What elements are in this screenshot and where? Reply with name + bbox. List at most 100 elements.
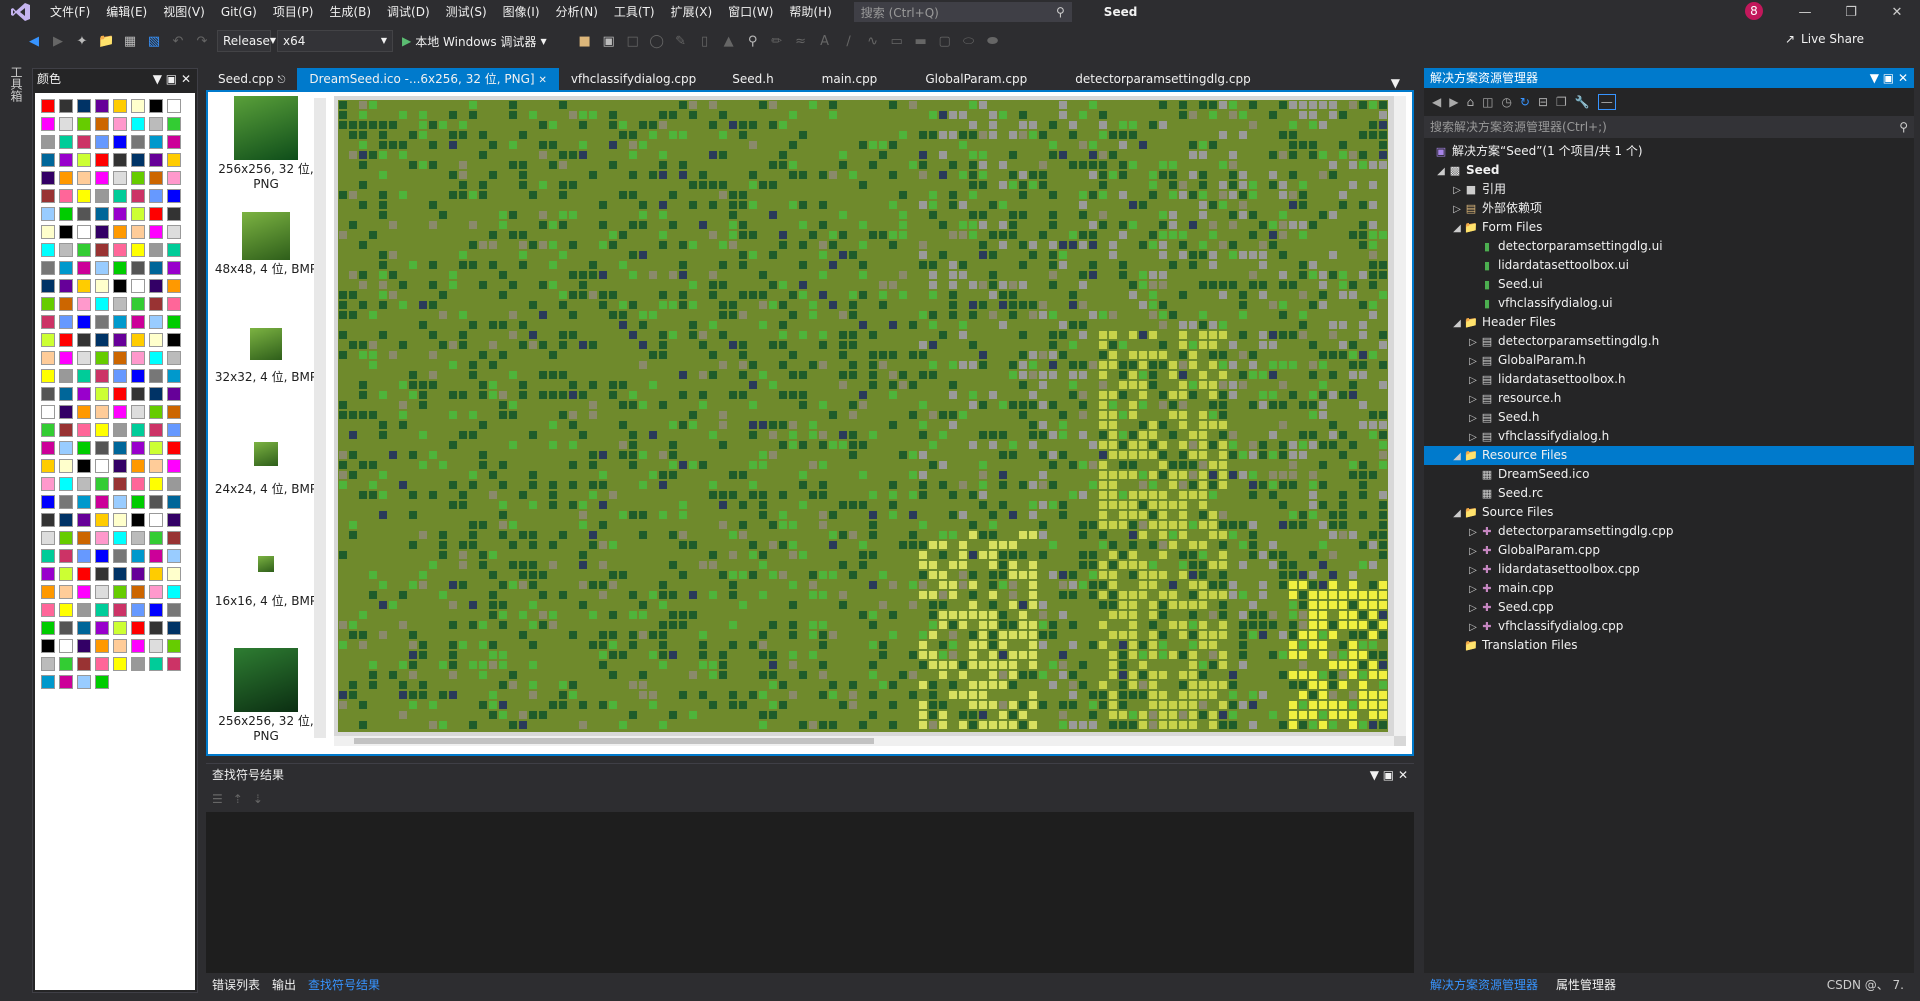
color-swatch[interactable] [113,243,127,257]
color-swatch[interactable] [77,135,91,149]
color-swatch[interactable] [167,621,181,635]
color-swatch[interactable] [41,279,55,293]
color-swatch[interactable] [77,549,91,563]
color-swatch[interactable] [77,351,91,365]
color-swatch[interactable] [41,441,55,455]
color-swatch[interactable] [77,657,91,671]
pin-icon[interactable]: ⎋ [277,75,285,86]
properties-icon[interactable]: 🔧 [1575,95,1590,109]
tree-item[interactable]: ▷ ▤ Seed.h [1424,408,1914,427]
back-icon[interactable]: ◀ [1432,95,1441,109]
show-all-files-icon[interactable]: ❐ [1556,95,1567,109]
color-swatch[interactable] [149,207,163,221]
color-swatch[interactable] [131,621,145,635]
color-swatch[interactable] [77,405,91,419]
rect-select-icon[interactable]: □ [625,34,641,49]
color-swatch[interactable] [95,261,109,275]
thumbnail-256-png-2[interactable]: 256x256, 32 位, PNG [208,648,324,748]
line-icon[interactable]: ∕ [841,34,857,49]
color-swatch[interactable] [167,441,181,455]
color-swatch[interactable] [149,225,163,239]
tree-item[interactable]: ▮ detectorparamsettingdlg.ui [1424,237,1914,256]
color-swatch[interactable] [149,513,163,527]
color-swatch[interactable] [149,279,163,293]
color-swatch[interactable] [131,567,145,581]
color-swatch[interactable] [95,621,109,635]
tree-item[interactable]: ▦ Seed.rc [1424,484,1914,503]
color-swatch[interactable] [113,639,127,653]
color-swatch[interactable] [149,315,163,329]
color-swatch[interactable] [59,297,73,311]
color-swatch[interactable] [167,531,181,545]
menu-image[interactable]: 图像(I) [495,0,548,24]
color-swatch[interactable] [167,423,181,437]
color-swatch[interactable] [41,135,55,149]
notification-badge[interactable]: 8 [1745,2,1763,20]
color-swatch[interactable] [77,621,91,635]
pencil-icon[interactable]: ✎ [673,34,689,49]
color-swatch[interactable] [95,387,109,401]
home-icon[interactable]: ⌂ [1466,95,1474,109]
list-icon[interactable]: ☰ [212,792,223,806]
color-swatch[interactable] [59,135,73,149]
menu-test[interactable]: 测试(S) [438,0,495,24]
color-swatch[interactable] [77,171,91,185]
close-icon[interactable]: ✕ [538,75,546,86]
color-swatch[interactable] [77,279,91,293]
color-swatch[interactable] [59,117,73,131]
color-swatch[interactable] [59,243,73,257]
tree-item[interactable]: ▷ ✚ vfhclassifydialog.cpp [1424,617,1914,636]
color-swatch[interactable] [167,207,181,221]
visual-studio-logo-icon[interactable] [0,0,42,24]
color-swatch[interactable] [167,351,181,365]
save-icon[interactable]: ▦ [122,34,138,49]
color-swatch[interactable] [149,405,163,419]
color-swatch[interactable] [77,297,91,311]
start-debugging-button[interactable]: ▶ 本地 Windows 调试器 ▼ [402,33,547,50]
forward-icon[interactable]: ▶ [50,34,66,49]
color-swatch[interactable] [95,333,109,347]
color-swatch[interactable] [95,639,109,653]
filled-ellipse-icon[interactable]: ⬬ [985,34,1001,49]
tree-item[interactable]: ▷ ▤ detectorparamsettingdlg.h [1424,332,1914,351]
forward-icon[interactable]: ▶ [1449,95,1458,109]
filled-rectangle-icon[interactable]: ▬ [913,34,929,49]
color-swatch[interactable] [149,477,163,491]
menu-analyze[interactable]: 分析(N) [548,0,606,24]
color-swatch[interactable] [113,423,127,437]
color-swatch[interactable] [113,369,127,383]
menu-git[interactable]: Git(G) [213,0,265,24]
tree-item[interactable]: ▷ ▤ 外部依赖项 [1424,199,1914,218]
color-swatch[interactable] [113,351,127,365]
menu-view[interactable]: 视图(V) [155,0,213,24]
color-swatch[interactable] [59,603,73,617]
tree-project-seed[interactable]: ◢ ▩ Seed [1424,161,1914,180]
open-folder-icon[interactable]: 📁 [98,34,114,49]
color-swatch[interactable] [149,189,163,203]
close-icon[interactable]: ✕ [1874,5,1920,20]
color-swatch[interactable] [41,297,55,311]
color-swatch[interactable] [77,369,91,383]
tree-item[interactable]: ◢ 📁 Header Files [1424,313,1914,332]
zoom-icon[interactable]: ⚲ [745,34,761,49]
color-swatch[interactable] [59,531,73,545]
rectangle-icon[interactable]: ▭ [889,34,905,49]
color-swatch[interactable] [167,603,181,617]
thumbnail-256-png-1[interactable]: 256x256, 32 位, PNG [208,96,324,192]
undo-icon[interactable]: ↶ [170,34,186,49]
tab-main-cpp[interactable]: main.cpp [798,68,902,90]
color-swatch[interactable] [41,171,55,185]
color-swatch[interactable] [59,567,73,581]
color-swatch[interactable] [41,603,55,617]
color-swatch[interactable] [113,405,127,419]
minimize-icon[interactable]: — [1782,5,1828,20]
tree-item[interactable]: ▮ Seed.ui [1424,275,1914,294]
color-swatch[interactable] [113,297,127,311]
expand-arrow-icon[interactable]: ▷ [1466,428,1480,447]
color-swatch[interactable] [77,261,91,275]
color-swatch[interactable] [95,585,109,599]
expand-arrow-icon[interactable]: ▷ [1466,542,1480,561]
tree-item[interactable]: ▷ ✚ lidardatasettoolbox.cpp [1424,560,1914,579]
color-swatch[interactable] [113,459,127,473]
color-swatch[interactable] [59,153,73,167]
